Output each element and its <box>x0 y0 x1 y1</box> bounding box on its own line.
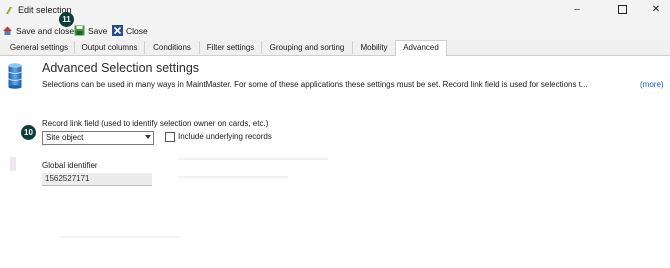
global-identifier-label: Global identifier <box>42 161 98 170</box>
close-label: Close <box>126 25 148 36</box>
include-underlying-label: Include underlying records <box>178 132 272 141</box>
tab-bar: General settings Output columns Conditio… <box>0 40 670 56</box>
tab-output-columns[interactable]: Output columns <box>75 41 145 54</box>
toolbar: Save and close Save Close <box>0 20 670 40</box>
close-button[interactable]: Close <box>112 24 148 37</box>
close-icon <box>112 25 123 36</box>
maximize-button[interactable] <box>611 3 633 17</box>
floppy-disk-icon <box>74 25 85 36</box>
description-text: Selections can be used in many ways in M… <box>42 80 588 89</box>
tab-grouping-and-sorting[interactable]: Grouping and sorting <box>262 41 353 54</box>
record-link-field-label: Record link field (used to identify sele… <box>42 119 269 128</box>
ghost-mark <box>10 157 16 171</box>
close-window-icon: ✕ <box>651 4 661 15</box>
save-and-close-label: Save and close <box>16 25 75 36</box>
chevron-down-icon[interactable] <box>145 135 151 139</box>
tab-filter-settings[interactable]: Filter settings <box>200 41 262 54</box>
maximize-icon <box>617 4 627 14</box>
global-identifier-field[interactable]: 1562527171 <box>42 173 152 186</box>
tab-general-settings[interactable]: General settings <box>4 41 75 54</box>
ghost-line <box>178 176 288 178</box>
record-link-field-value: Site object <box>46 133 84 142</box>
tab-mobility[interactable]: Mobility <box>353 41 396 54</box>
home-icon <box>3 26 12 35</box>
step-badge-10: 10 <box>21 125 36 140</box>
global-identifier-value: 1562527171 <box>45 174 90 183</box>
title-bar: Edit selection – ✕ <box>0 0 670 20</box>
minimize-icon: – <box>574 4 580 15</box>
minimize-button[interactable]: – <box>566 3 588 17</box>
step-badge-11: 11 <box>59 12 74 27</box>
save-label: Save <box>88 25 108 36</box>
close-window-button[interactable]: ✕ <box>645 3 667 17</box>
ghost-line <box>60 236 180 238</box>
app-icon <box>6 6 13 15</box>
tab-conditions[interactable]: Conditions <box>145 41 200 54</box>
page-heading: Advanced Selection settings <box>42 61 200 75</box>
save-button[interactable]: Save <box>74 24 107 37</box>
tab-advanced[interactable]: Advanced <box>395 40 447 56</box>
database-icon <box>8 63 22 89</box>
more-link[interactable]: (more) <box>640 80 664 89</box>
record-link-field-select[interactable]: Site object <box>42 131 154 145</box>
include-underlying-checkbox[interactable] <box>165 132 175 142</box>
ghost-line <box>178 158 328 160</box>
